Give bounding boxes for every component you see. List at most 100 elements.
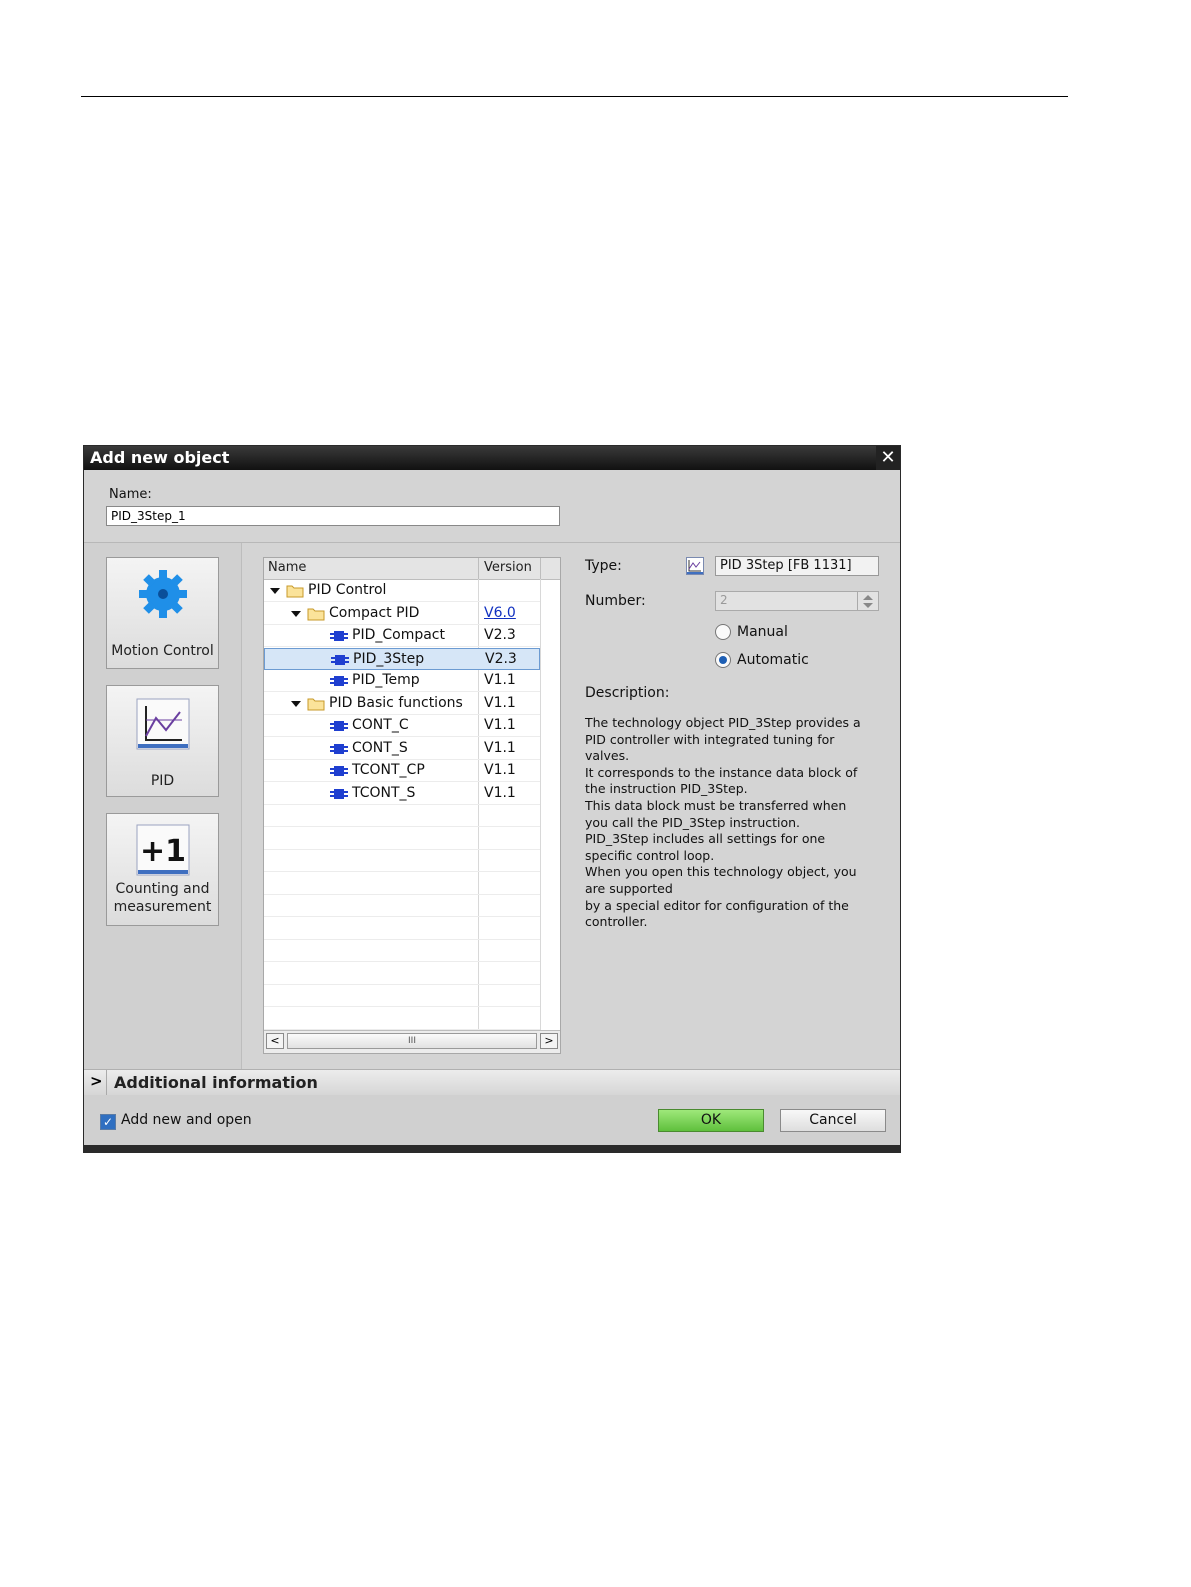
tree-row[interactable]: PID Basic functions V1.1 [264,693,540,715]
description-line: PID controller with integrated tuning fo… [585,731,835,747]
number-label: Number: [585,593,646,609]
dialog-title: Add new object [90,448,230,467]
number-stepper[interactable] [857,592,878,610]
tree-row[interactable]: CONT_C V1.1 [264,715,540,737]
tree-empty-row [264,828,540,850]
header-separator [478,558,479,579]
tree-row-version: V2.3 [484,627,516,643]
tree-row-version: V2.3 [485,650,517,667]
description-line: When you open this technology object, yo… [585,864,857,880]
scroll-thumb[interactable]: III [287,1033,537,1049]
description-line: The technology object PID_3Step provides… [585,715,861,730]
function-block-icon [330,631,348,641]
tree-row[interactable]: Compact PID V6.0 [264,603,540,625]
tree-row-version: V1.1 [484,784,516,801]
bar-separator [106,1070,107,1095]
page-top-rule [81,96,1068,97]
manual-radio[interactable] [715,624,731,640]
function-block-icon [330,721,348,731]
description-line: valves. [585,748,630,764]
close-icon[interactable]: ✕ [876,446,900,470]
description-line: PID_3Step includes all settings for one [585,831,826,847]
function-block-icon [330,676,348,686]
tree-empty-row [264,1008,540,1030]
tree-row-version: V1.1 [484,762,516,778]
tree-empty-row [264,963,540,985]
number-field[interactable]: 2 [715,591,879,611]
additional-information-bar[interactable]: > Additional information [84,1069,900,1096]
add-new-open-label: Add new and open [121,1112,252,1128]
type-field: PID 3Step [FB 1131] [715,556,879,576]
category-label: PID [150,773,175,789]
category-label: Counting and measurement [113,881,212,915]
folder-icon [307,608,325,620]
scroll-left-icon[interactable]: < [266,1033,284,1049]
type-chart-icon [686,557,704,575]
expand-arrow-icon[interactable] [291,610,301,617]
dialog-titlebar: Add new object ✕ [84,446,900,470]
category-label: Motion Control [111,643,214,659]
tree-row-label: TCONT_CP [352,762,425,778]
description-line: by a special editor for configuration of… [585,897,849,913]
description-line: the instruction PID_3Step. [585,781,748,797]
horizontal-scrollbar[interactable]: < III > [264,1030,560,1053]
tree-empty-row [264,940,540,962]
name-input[interactable] [106,506,560,526]
tree-row-version: V1.1 [484,694,516,711]
additional-information-label: Additional information [114,1073,318,1092]
category-motion-control-button[interactable]: Motion Control [106,557,219,669]
tree-row-label: PID Basic functions [329,694,463,711]
tree-row-label: PID Control [308,582,387,598]
tree-row-label: CONT_C [352,717,409,733]
ok-button[interactable]: OK [658,1109,764,1132]
gear-icon [139,570,187,618]
description-text: The technology object PID_3Step provides… [585,715,885,931]
tree-row-version: V1.1 [484,717,516,733]
tree-empty-row [264,895,540,917]
description-line: It corresponds to the instance data bloc… [585,764,858,780]
tree-row[interactable]: CONT_S V1.1 [264,738,540,760]
description-line: controller. [585,914,648,930]
description-line: specific control loop. [585,847,715,863]
tree-header: Name Version [264,558,560,580]
tree-row-label: Compact PID [329,604,420,621]
tree-row[interactable]: TCONT_S V1.1 [264,783,540,805]
spin-down-icon[interactable] [863,603,873,608]
tree-empty-row [264,850,540,872]
tree-row[interactable]: PID_Compact V2.3 [264,625,540,647]
automatic-label: Automatic [737,652,809,668]
tree-row[interactable]: TCONT_CP V1.1 [264,760,540,782]
column-header-name[interactable]: Name [268,560,306,575]
version-link[interactable]: V6.0 [484,605,516,621]
description-line: are supported [585,880,673,896]
chevron-right-icon[interactable]: > [90,1072,103,1090]
cancel-button[interactable]: Cancel [780,1109,886,1132]
tree-row[interactable]: PID_3Step V2.3 [264,647,540,670]
category-counting-measurement-button[interactable]: +1 Counting and measurement [106,813,219,926]
manual-label: Manual [737,624,788,640]
description-label: Description: [585,685,670,701]
category-pid-button[interactable]: PID [106,685,219,797]
add-new-open-checkbox[interactable]: ✓ [100,1114,116,1130]
function-block-icon [330,766,348,776]
tree-row-label: TCONT_S [352,784,416,801]
function-block-icon [331,654,349,665]
folder-icon [307,698,325,710]
expand-arrow-icon[interactable] [270,588,280,594]
spin-up-icon[interactable] [863,595,873,600]
svg-text:+1: +1 [140,834,186,869]
automatic-radio[interactable] [715,652,731,668]
tree-row[interactable]: PID Control [264,580,540,602]
column-line [540,579,541,1031]
tree-row[interactable]: PID_Temp V1.1 [264,670,540,692]
tree-row-label: PID_3Step [353,650,425,667]
function-block-icon [330,743,348,754]
description-line: This data block must be transferred when [585,797,847,813]
tree-row-version: V1.1 [484,672,516,688]
dialog-footer: ✓ Add new and open OK Cancel [84,1095,900,1145]
expand-arrow-icon[interactable] [291,700,301,707]
tree-empty-row [264,805,540,827]
scroll-right-icon[interactable]: > [540,1033,558,1049]
dialog-bottom-edge [84,1145,900,1152]
column-header-version[interactable]: Version [484,560,532,575]
